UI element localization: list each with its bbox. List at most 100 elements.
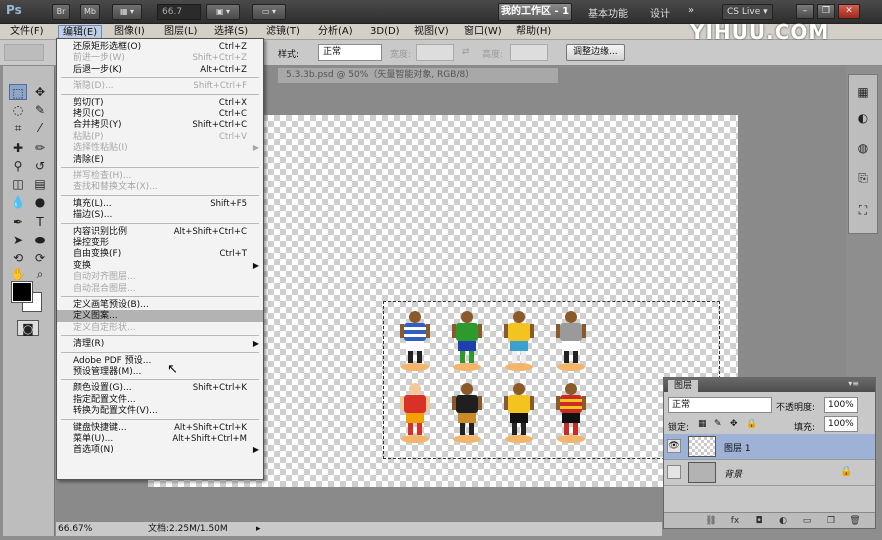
rectangular-marquee-tool-icon[interactable]: ⬚ [9,84,27,100]
edit-menu-item[interactable]: 描边(S)... [57,209,263,221]
new-group-icon[interactable]: ▭ [800,515,814,527]
edit-menu-item[interactable]: 定义画笔预设(B)... [57,299,263,311]
menu-filter[interactable]: 滤镜(T) [262,25,304,39]
masks-icon[interactable]: ◍ [853,139,873,157]
mini-bridge-button[interactable]: Mb [80,4,100,20]
new-layer-icon[interactable]: ❐ [824,515,838,527]
3d-orbit-tool-icon[interactable]: ⟳ [31,250,49,266]
menu-image[interactable]: 图像(I) [110,25,149,39]
edit-menu-item[interactable]: 后退一步(K) Alt+Ctrl+Z [57,64,263,76]
workspace-essentials[interactable]: 基本功能 [588,5,628,20]
document-size-info[interactable]: 文档:2.25M/1.50M [148,522,228,536]
lock-all-icon[interactable]: 🔒 [746,419,757,429]
zoom-percentage[interactable]: 66.67% [58,522,92,536]
layers-tab[interactable]: 图层 [668,380,699,392]
lock-pixels-icon[interactable]: ✎ [714,419,722,429]
eyedropper-tool-icon[interactable]: ⁄ [31,120,49,136]
zoom-level-field[interactable]: 66.7 [157,4,201,20]
history-icon[interactable]: ⎘ [853,169,873,187]
adjustment-layer-icon[interactable]: ◐ [776,515,790,527]
edit-menu-item[interactable]: 内容识别比例 Alt+Shift+Ctrl+C [57,226,263,238]
edit-menu-item[interactable]: 拷贝(C) Ctrl+C [57,108,263,120]
eraser-tool-icon[interactable]: ◫ [9,176,27,192]
screen-mode-icon[interactable]: ▭ ▾ [252,4,286,20]
edit-menu-item[interactable]: 还原矩形选框(O) Ctrl+Z [57,41,263,53]
move-tool-icon[interactable]: ✥ [31,84,49,100]
document-tab[interactable]: 5.3.3b.psd @ 50%（矢量智能对象, RGB/8） [278,68,558,83]
tool-preset-picker[interactable] [4,44,44,61]
style-select[interactable]: 正常 [318,44,382,61]
type-tool-icon[interactable]: T [31,214,49,230]
zoom-tool-icon[interactable]: ⌕ [31,266,49,282]
fill-field[interactable]: 100% [824,416,858,432]
swap-icon[interactable]: ⇄ [462,47,470,57]
3d-rotate-tool-icon[interactable]: ⟲ [9,250,27,266]
quick-selection-tool-icon[interactable]: ✎ [31,102,49,118]
refine-edge-button[interactable]: 调整边缘... [566,44,625,61]
status-menu-arrow-icon[interactable]: ▸ [256,522,261,536]
workspace-more[interactable]: » [688,5,694,16]
adjustments-icon[interactable]: ◐ [853,109,873,127]
menu-help[interactable]: 帮助(H) [512,25,555,39]
layer-style-icon[interactable]: fx [728,515,742,527]
edit-menu-item[interactable]: 填充(L)... Shift+F5 [57,198,263,210]
edit-menu-item[interactable]: 合并拷贝(Y) Shift+Ctrl+C [57,119,263,131]
menu-file[interactable]: 文件(F) [6,25,48,39]
menu-select[interactable]: 选择(S) [210,25,252,39]
add-mask-icon[interactable]: ◘ [752,515,766,527]
edit-menu-item[interactable]: 首选项(N) ▶ [57,444,263,456]
menu-window[interactable]: 窗口(W) [460,25,506,39]
layer-row[interactable]: 背景 🔒 [664,460,875,486]
edit-menu-item[interactable]: 清除(E) [57,154,263,166]
edit-menu-item[interactable]: 清理(R) ▶ [57,338,263,350]
lock-position-icon[interactable]: ✥ [730,419,738,429]
edit-menu-item[interactable]: 键盘快捷键... Alt+Shift+Ctrl+K [57,422,263,434]
width-field[interactable] [416,44,454,61]
menu-3d[interactable]: 3D(D) [366,25,404,39]
panel-menu-icon[interactable]: ▾≡ [848,379,859,388]
menu-view[interactable]: 视图(V) [410,25,453,39]
bridge-button[interactable]: Br [52,4,70,20]
edit-menu-item[interactable]: 指定配置文件... [57,394,263,406]
edit-menu-item[interactable]: 转换为配置文件(V)... [57,405,263,417]
path-selection-tool-icon[interactable]: ➤ [9,232,27,248]
histogram-icon[interactable]: ▦ [853,83,873,101]
menu-edit[interactable]: 编辑(E) [58,25,103,39]
hand-tool-icon[interactable]: ✋ [9,266,27,282]
visibility-eye-icon[interactable] [667,465,681,479]
edit-menu-item[interactable]: Adobe PDF 预设... [57,355,263,367]
edit-menu-item[interactable]: 定义图案... [57,310,263,323]
quick-mask-icon[interactable]: ◙ [17,320,39,336]
gradient-tool-icon[interactable]: ▤ [31,176,49,192]
menu-layer[interactable]: 图层(L) [160,25,201,39]
brush-tool-icon[interactable]: ✏ [31,140,49,156]
edit-menu-item[interactable]: 颜色设置(G)... Shift+Ctrl+K [57,382,263,394]
shape-tool-icon[interactable]: ⬬ [31,232,49,248]
cs-live-button[interactable]: CS Live ▾ [722,4,773,20]
history-brush-tool-icon[interactable]: ↺ [31,158,49,174]
height-field[interactable] [510,44,548,61]
close-icon[interactable]: ✕ [838,4,860,19]
layer-row[interactable]: 👁 图层 1 [664,434,875,460]
lasso-tool-icon[interactable]: ◌ [9,102,27,118]
blur-tool-icon[interactable]: 💧 [9,194,27,210]
menu-analysis[interactable]: 分析(A) [314,25,357,39]
arrange-documents-icon[interactable]: ▣ ▾ [206,4,240,20]
visibility-eye-icon[interactable]: 👁 [667,439,681,453]
edit-menu-item[interactable]: 预设管理器(M)... [57,366,263,378]
dodge-tool-icon[interactable]: ● [31,194,49,210]
lock-transparency-icon[interactable]: ▦ [698,419,707,429]
transform-icon[interactable]: ⛶ [853,201,873,219]
opacity-field[interactable]: 100% [824,397,858,413]
pen-tool-icon[interactable]: ✒ [9,214,27,230]
edit-menu-item[interactable]: 菜单(U)... Alt+Shift+Ctrl+M [57,433,263,445]
blend-mode-select[interactable]: 正常 [668,397,772,413]
crop-tool-icon[interactable]: ⌗ [9,120,27,136]
minimize-icon[interactable]: – [796,4,814,19]
workspace-design[interactable]: 设计 [650,5,670,20]
view-extras-icon[interactable]: ▦ ▾ [112,4,142,20]
foreground-color-swatch[interactable] [11,281,33,303]
spot-healing-tool-icon[interactable]: ✚ [9,140,27,156]
edit-menu-item[interactable]: 剪切(T) Ctrl+X [57,97,263,109]
edit-menu-item[interactable]: 操控变形 [57,237,263,249]
